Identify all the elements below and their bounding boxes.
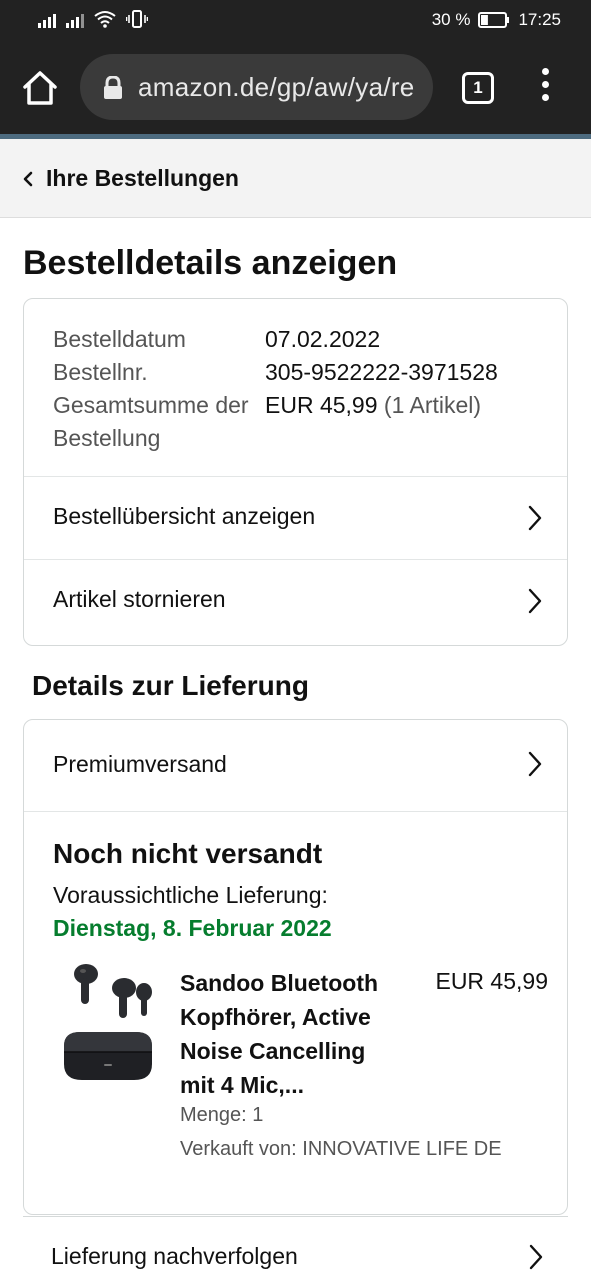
chevron-right-icon [528,505,542,531]
lock-icon [104,76,122,99]
battery-icon [478,12,510,28]
view-invoice-link[interactable]: Bestellübersicht anzeigen [24,476,567,559]
vibrate-icon [126,10,148,28]
view-invoice-label: Bestellübersicht anzeigen [53,503,316,529]
cancel-items-label: Artikel stornieren [53,586,226,612]
browser-toolbar: amazon.de/gp/aw/ya/re 1 [0,40,591,134]
chevron-right-icon [529,1244,543,1270]
product-price: EUR 45,99 [435,968,548,994]
product-seller: Verkauft von: INNOVATIVE LIFE DE [180,1138,502,1160]
delivery-section-title: Details zur Lieferung [32,670,309,701]
order-summary-card: Bestelldatum 07.02.2022 Bestellnr. 305-9… [23,298,568,646]
eta-date: Dienstag, 8. Februar 2022 [53,915,332,941]
order-summary: Bestelldatum 07.02.2022 Bestellnr. 305-9… [53,323,498,455]
order-item-count: (1 Artikel) [383,392,482,418]
chevron-right-icon [528,588,542,614]
eta-label: Voraussichtliche Lieferung: [53,882,328,908]
page-title: Bestelldetails anzeigen [23,244,398,282]
cancel-items-link[interactable]: Artikel stornieren [24,559,567,642]
order-date-value: 07.02.2022 [265,326,381,352]
delivery-card: Premiumversand Noch nicht versandt Vorau… [23,719,568,1215]
url-text: amazon.de/gp/aw/ya/re [138,72,415,102]
track-package-link[interactable]: Lieferung nachverfolgen [23,1216,568,1280]
wifi-icon [94,11,116,28]
battery-percent: 30 % [431,10,471,29]
order-total-label: Gesamtsumme der Bestellung [53,392,249,451]
url-bar[interactable]: amazon.de/gp/aw/ya/re [80,54,433,120]
breadcrumb-label: Ihre Bestellungen [46,165,239,191]
shipment-status: Noch nicht versandt [53,838,323,869]
status-bar: 30 % 17:25 [0,0,591,40]
signal-icon [66,12,84,28]
order-number-value: 305-9522222-3971528 [265,359,498,385]
home-icon[interactable] [20,68,60,108]
tabs-icon[interactable]: 1 [462,72,494,104]
order-number-label: Bestellnr. [53,359,148,385]
more-vert-icon[interactable] [536,68,554,108]
product-quantity: Menge: 1 [180,1104,264,1126]
track-package-label: Lieferung nachverfolgen [51,1243,298,1269]
product-image[interactable] [56,960,156,1090]
chevron-right-icon [528,751,542,777]
order-total-value: EUR 45,99 [265,392,378,418]
product-title[interactable]: Sandoo Bluetooth Kopfhörer, Active Noise… [180,966,405,1102]
chevron-left-icon [23,171,33,187]
signal-icon [38,12,56,28]
order-date-label: Bestelldatum [53,326,186,352]
clock: 17:25 [518,10,561,29]
breadcrumb[interactable]: Ihre Bestellungen [0,139,591,218]
shipping-method-link[interactable]: Premiumversand [24,720,567,812]
shipping-method-label: Premiumversand [53,751,227,777]
